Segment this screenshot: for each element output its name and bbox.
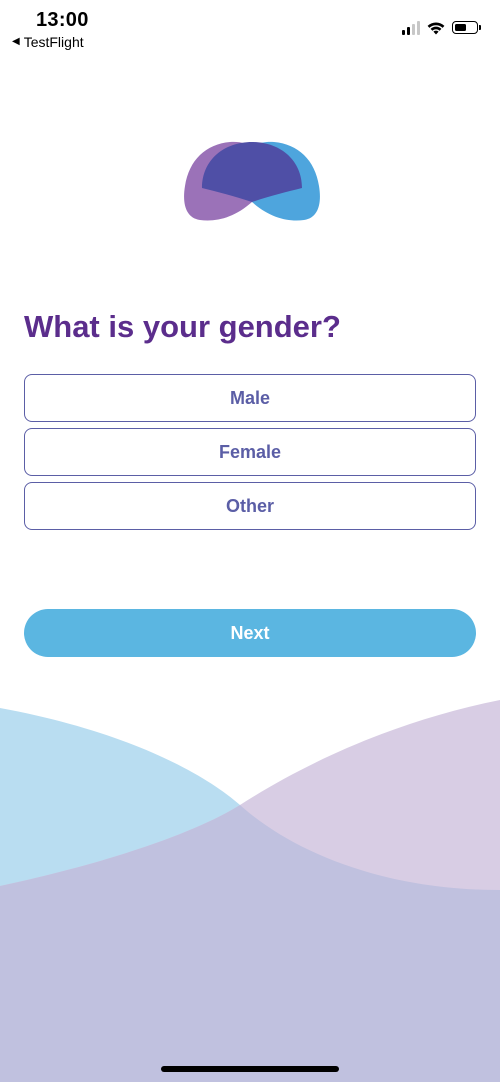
app-logo	[184, 141, 320, 221]
home-indicator[interactable]	[161, 1066, 339, 1072]
gender-option-male[interactable]: Male	[24, 374, 476, 422]
wifi-icon	[427, 22, 445, 35]
question-title: What is your gender?	[24, 309, 341, 344]
status-icons	[402, 20, 481, 35]
cellular-signal-icon	[402, 20, 420, 35]
battery-icon	[452, 21, 481, 34]
status-time: 13:00	[36, 9, 89, 31]
status-bar: 13:00 ◀ TestFlight	[0, 0, 500, 56]
gender-option-female[interactable]: Female	[24, 428, 476, 476]
battery-level-fill	[455, 24, 467, 31]
next-button[interactable]: Next	[24, 609, 476, 657]
background-waves	[0, 700, 500, 1082]
back-arrow-icon: ◀	[12, 36, 20, 47]
back-app-label: TestFlight	[23, 34, 84, 50]
back-to-testflight-link[interactable]: ◀ TestFlight	[12, 34, 84, 50]
gender-option-other[interactable]: Other	[24, 482, 476, 530]
